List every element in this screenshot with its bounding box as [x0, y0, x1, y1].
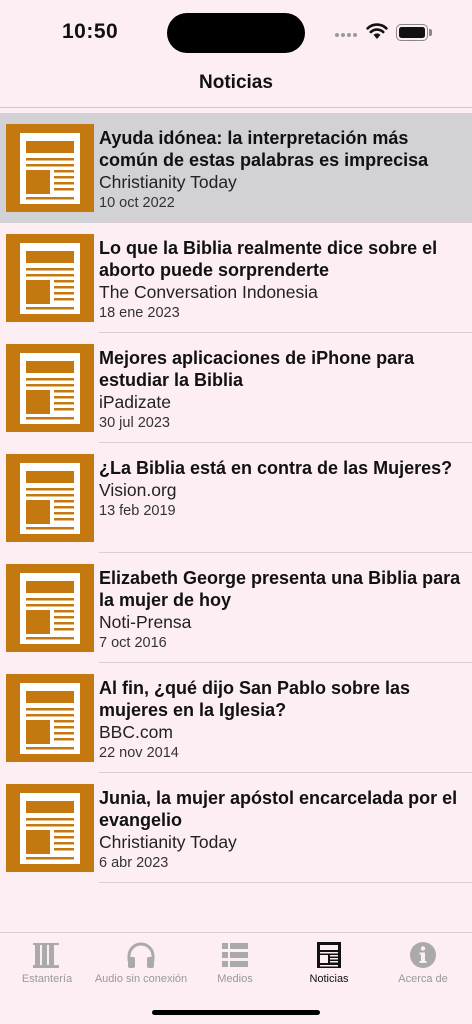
news-date: 22 nov 2014 [99, 745, 179, 761]
tab-audio-sin-conexion[interactable]: Audio sin conexión [94, 933, 188, 993]
news-date: 10 oct 2022 [99, 195, 175, 211]
news-headline: Junia, la mujer apóstol encarcelada por … [99, 788, 458, 830]
tab-medios[interactable]: Medios [188, 933, 282, 993]
news-source: iPadizate [99, 392, 171, 412]
news-list-item[interactable]: Junia, la mujer apóstol encarcelada por … [0, 773, 472, 883]
news-list: Ayuda idónea: la interpretación más comú… [0, 113, 472, 883]
status-time: 10:50 [62, 20, 119, 43]
news-list-item[interactable]: Lo que la Biblia realmente dice sobre el… [0, 223, 472, 333]
tab-label: Acerca de [398, 973, 448, 985]
news-headline: Al fin, ¿qué dijo San Pablo sobre las mu… [99, 678, 411, 720]
newspaper-icon [313, 941, 345, 969]
headphones-icon [125, 941, 157, 969]
news-headline: Ayuda idónea: la interpretación más comú… [99, 128, 429, 170]
newspaper-thumbnail-icon [6, 344, 94, 432]
news-list-item[interactable]: Al fin, ¿qué dijo San Pablo sobre las mu… [0, 663, 472, 773]
cellular-signal-icon [335, 33, 359, 39]
newspaper-thumbnail-icon [6, 674, 94, 762]
news-source: The Conversation Indonesia [99, 282, 318, 302]
news-source: Christianity Today [99, 172, 237, 192]
news-headline: Lo que la Biblia realmente dice sobre el… [99, 238, 438, 280]
status-bar: 10:50 [0, 0, 472, 60]
news-source: Vision.org [99, 480, 177, 500]
newspaper-thumbnail-icon [6, 234, 94, 322]
news-date: 7 oct 2016 [99, 635, 167, 651]
newspaper-thumbnail-icon [6, 454, 94, 542]
row-separator [99, 882, 472, 883]
news-list-item[interactable]: Ayuda idónea: la interpretación más comú… [0, 113, 472, 223]
list-icon [219, 941, 251, 969]
tab-acerca-de[interactable]: Acerca de [376, 933, 470, 993]
news-headline: Mejores aplicaciones de iPhone para estu… [99, 348, 415, 390]
news-source: Noti-Prensa [99, 612, 192, 632]
info-icon [407, 941, 439, 969]
news-source: BBC.com [99, 722, 173, 742]
news-date: 13 feb 2019 [99, 503, 176, 519]
dynamic-island [167, 13, 305, 53]
wifi-icon [366, 22, 388, 40]
news-source: Christianity Today [99, 832, 237, 852]
news-date: 6 abr 2023 [99, 855, 169, 871]
nav-divider [0, 107, 472, 108]
news-headline: ¿La Biblia está en contra de las Mujeres… [99, 458, 453, 478]
newspaper-thumbnail-icon [6, 784, 94, 872]
newspaper-thumbnail-icon [6, 564, 94, 652]
books-icon [31, 941, 63, 969]
news-headline: Elizabeth George presenta una Biblia par… [99, 568, 461, 610]
tab-estanteria[interactable]: Estantería [0, 933, 94, 993]
news-list-item[interactable]: ¿La Biblia está en contra de las Mujeres… [0, 443, 472, 553]
newspaper-thumbnail-icon [6, 124, 94, 212]
news-list-item[interactable]: Mejores aplicaciones de iPhone para estu… [0, 333, 472, 443]
home-indicator [152, 1010, 320, 1015]
news-date: 18 ene 2023 [99, 305, 180, 321]
news-list-item[interactable]: Elizabeth George presenta una Biblia par… [0, 553, 472, 663]
page-title: Noticias [199, 72, 273, 93]
tab-noticias[interactable]: Noticias [282, 933, 376, 993]
news-date: 30 jul 2023 [99, 415, 170, 431]
battery-icon [396, 24, 432, 41]
